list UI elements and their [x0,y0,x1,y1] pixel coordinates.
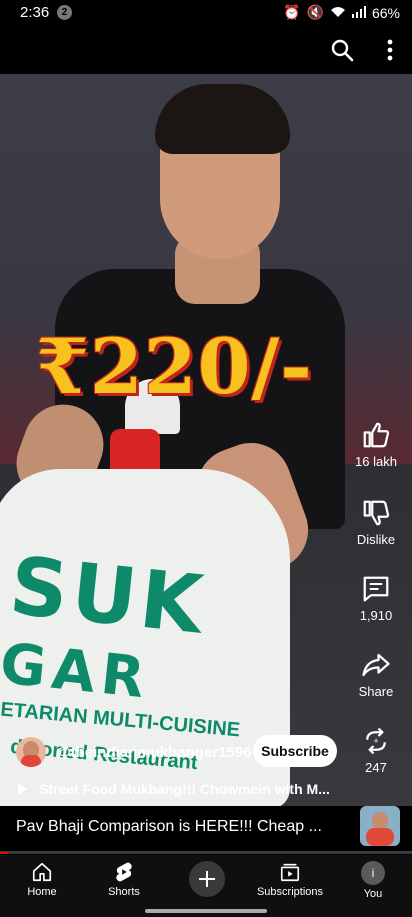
more-options-icon[interactable] [382,38,398,62]
play-icon [18,783,27,795]
channel-row: @theindianmukbanger1596 [16,736,252,768]
alarm-icon: ⏰ [283,4,301,20]
comment-icon [363,576,389,602]
status-icons: ⏰ 🔇 66% [283,4,400,21]
playback-progress-bar[interactable] [0,852,412,854]
create-button[interactable] [189,861,225,897]
battery-percent: 66% [371,4,400,21]
nav-home[interactable]: Home [2,861,82,898]
video-title: Street Food Mukbang!!! Chowmein with M..… [39,781,330,797]
you-avatar: i [361,861,385,885]
dislike-label: Dislike [356,532,396,547]
svg-text:+: + [373,736,378,746]
mute-icon: 🔇 [306,4,324,20]
nav-shorts-label: Shorts [108,886,140,898]
share-button[interactable]: Share [346,650,406,699]
nav-subscriptions[interactable]: Subscriptions [250,861,330,898]
next-video-title: Pav Bhaji Comparison is HERE!!! Cheap ..… [16,818,322,835]
notification-count-badge: 2 [57,5,72,20]
nav-subscriptions-label: Subscriptions [256,886,324,898]
share-icon [362,653,390,677]
remix-count: 247 [365,760,387,775]
home-icon [32,862,52,882]
comment-count: 1,910 [359,608,393,623]
signal-icon [351,5,366,21]
top-bar [0,26,412,74]
status-time: 2:36 [20,4,50,21]
dislike-button[interactable]: Dislike [346,498,406,547]
person-hair [155,84,290,154]
price-overlay-text: ₹220/- [36,322,313,411]
playback-progress-fill [0,852,9,854]
bottom-navigation: Home Shorts Subscriptions i You [0,855,412,917]
like-count: 16 lakh [355,454,397,469]
subscribe-button[interactable]: Subscribe [253,735,337,767]
video-title-row[interactable]: Street Food Mukbang!!! Chowmein with M..… [18,781,338,797]
nav-you-label: You [363,888,383,900]
status-bar: 2:36 2 ⏰ 🔇 66% [0,0,412,26]
gesture-home-bar[interactable] [145,909,267,913]
subscriptions-icon [280,863,300,882]
nav-shorts[interactable]: Shorts [84,861,164,898]
remix-button[interactable]: + 247 [346,726,406,775]
next-video-banner[interactable]: Pav Bhaji Comparison is HERE!!! Cheap ..… [0,806,412,851]
thumbs-up-icon [363,422,390,448]
remix-icon: + [366,727,386,755]
like-button[interactable]: 16 lakh [346,420,406,469]
nav-home-label: Home [27,886,57,898]
share-label: Share [358,684,394,699]
nav-you[interactable]: i You [333,861,412,900]
shorts-icon [116,862,132,882]
thumbs-down-icon [363,500,390,526]
channel-avatar[interactable] [16,737,46,767]
channel-handle[interactable]: @theindianmukbanger1596 [56,744,252,761]
next-video-thumbnail[interactable] [360,806,400,846]
comments-button[interactable]: 1,910 [346,574,406,623]
wifi-icon [330,5,346,21]
search-icon[interactable] [330,38,354,62]
plus-icon [199,871,215,887]
